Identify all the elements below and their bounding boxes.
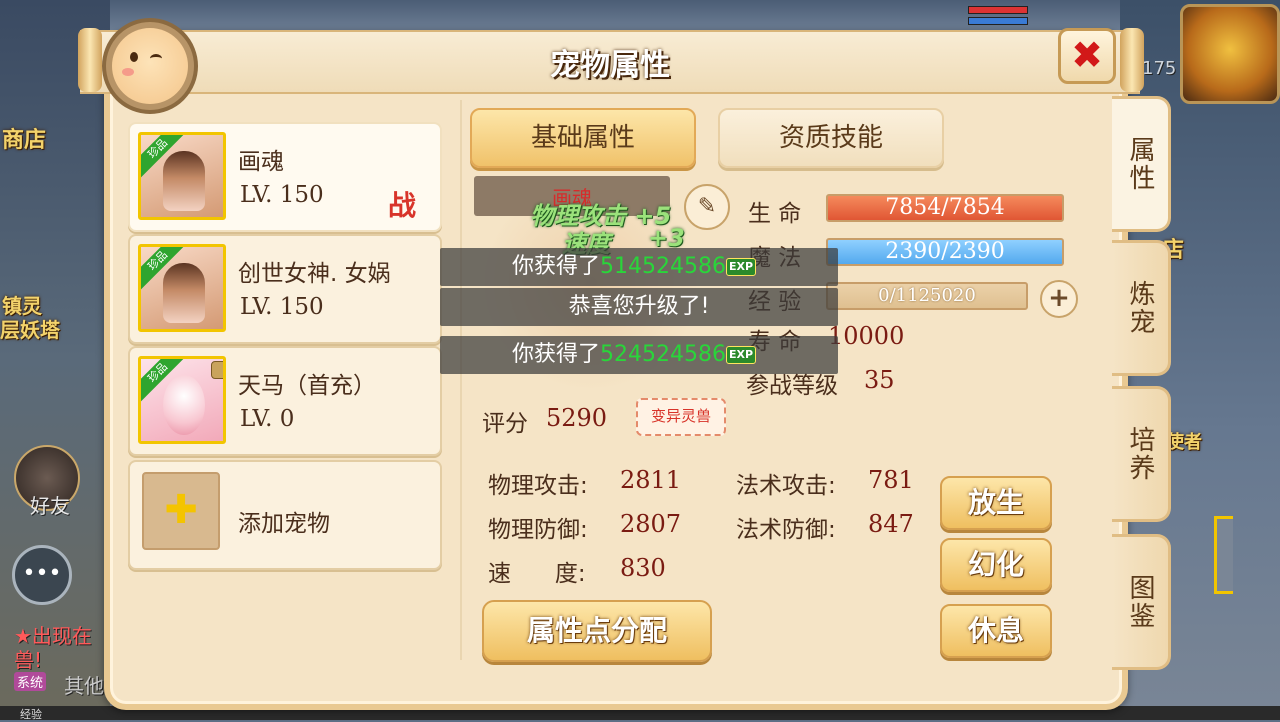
add-pet-slot[interactable]: ✚ 添加宠物 (128, 460, 442, 570)
pet-name: 天马（首充） (238, 373, 376, 399)
exp-gain-toast: 你获得了524524586 EXP (440, 336, 838, 374)
target-hp-bars (968, 6, 1028, 32)
scroll-end-left (78, 28, 102, 92)
transform-button[interactable]: 幻化 (940, 538, 1052, 592)
life-bar: 7854/7854 (826, 194, 1064, 222)
side-edge-slot[interactable] (1214, 516, 1233, 594)
speed-value: 830 (620, 554, 666, 582)
side-tab-cultivate[interactable]: 培养 (1112, 386, 1171, 522)
pet-list-item-huahun[interactable]: 珍品 画魂 LV. 150 战 (128, 122, 442, 232)
pet-portrait: 珍品 (138, 132, 226, 220)
chat-line-2: 兽! (14, 648, 43, 672)
system-tag: 系统 (14, 672, 47, 691)
tiger-boss-avatar[interactable] (1180, 4, 1280, 104)
pet-portrait: 珍品 (138, 244, 226, 332)
pet-figure (163, 151, 205, 211)
mag-atk-label: 法术攻击: (736, 473, 836, 499)
lifespan-value: 10000 (828, 322, 905, 350)
mag-def-label: 法术防御: (736, 517, 836, 543)
pet-list-item-nvwa[interactable]: 珍品 创世女神. 女娲 LV. 150 (128, 234, 442, 344)
phys-def-value: 2807 (620, 510, 682, 538)
pet-portrait: 珍品 (138, 356, 226, 444)
tab-basic-attributes[interactable]: 基础属性 (470, 108, 696, 168)
pet-figure (163, 375, 205, 435)
pet-name: 画魂 (238, 149, 284, 175)
tab-qualification-skills[interactable]: 资质技能 (718, 108, 944, 168)
toast-prefix: 你获得了 (512, 342, 601, 367)
toast-number: 514524586 (600, 254, 726, 279)
rest-button[interactable]: 休息 (940, 604, 1052, 658)
envoy-label: 使者 (1166, 432, 1202, 453)
close-button[interactable]: ✖ (1058, 28, 1116, 84)
tower-label-2[interactable]: 层妖塔 (0, 314, 60, 343)
exp-icon: EXP (726, 346, 757, 364)
mag-def-value: 847 (868, 510, 914, 538)
boss-level: 175 (1142, 58, 1177, 79)
shop-label[interactable]: 商店 (2, 122, 46, 154)
level-up-toast: 恭喜您升级了! (440, 288, 838, 326)
pet-list-item-tianma[interactable]: 珍品 天马（首充） LV. 0 (128, 346, 442, 456)
life-label: 生 命 (748, 201, 802, 227)
plus-icon: ✚ (142, 472, 220, 550)
add-exp-plus-icon[interactable]: + (1040, 280, 1078, 318)
rename-pencil-icon[interactable]: ✎ (684, 184, 730, 230)
friend-label[interactable]: 好友 (30, 490, 70, 519)
panel-divider (460, 100, 462, 660)
exp-bar: 0/1125020 (826, 282, 1028, 310)
add-pet-label: 添加宠物 (238, 511, 330, 537)
phys-atk-value: 2811 (620, 466, 682, 494)
side-tab-codex[interactable]: 图鉴 (1112, 534, 1171, 670)
mag-atk-value: 781 (868, 466, 914, 494)
exp-icon: EXP (726, 258, 757, 276)
pet-mascot-icon (102, 18, 198, 114)
release-button[interactable]: 放生 (940, 476, 1052, 530)
phys-def-label: 物理防御: (488, 517, 588, 543)
window-title: 宠物属性 (550, 48, 670, 83)
mutant-beast-badge: 变异灵兽 (636, 398, 726, 436)
battle-status-icon: 战 (388, 189, 417, 222)
toast-text: 恭喜您升级了! (568, 294, 710, 319)
mana-bar: 2390/2390 (826, 238, 1064, 266)
toast-prefix: 你获得了 (512, 254, 601, 279)
pet-level: LV. 0 (240, 406, 295, 432)
pet-level: LV. 150 (240, 182, 324, 208)
side-tab-refine[interactable]: 炼宠 (1112, 240, 1171, 376)
toast-number: 524524586 (600, 342, 726, 367)
pet-level: LV. 150 (240, 294, 324, 320)
exp-gain-toast: 你获得了514524586 EXP (440, 248, 838, 286)
game-world-left (0, 0, 110, 720)
side-tab-attributes[interactable]: 属性 (1112, 96, 1171, 232)
pet-figure (163, 263, 205, 323)
lock-icon (211, 361, 223, 379)
scroll-end-right (1120, 28, 1144, 92)
phys-atk-label: 物理攻击: (488, 473, 588, 499)
battle-level-value: 35 (864, 366, 895, 394)
allocate-points-button[interactable]: 属性点分配 (482, 600, 712, 662)
pet-name: 创世女神. 女娲 (238, 261, 391, 287)
speed-label: 速 度: (488, 561, 586, 587)
chat-icon[interactable]: ••• (12, 545, 72, 605)
score-label: 评分 (482, 411, 528, 437)
score-value: 5290 (546, 404, 608, 432)
system-text: 其他 (64, 674, 104, 698)
